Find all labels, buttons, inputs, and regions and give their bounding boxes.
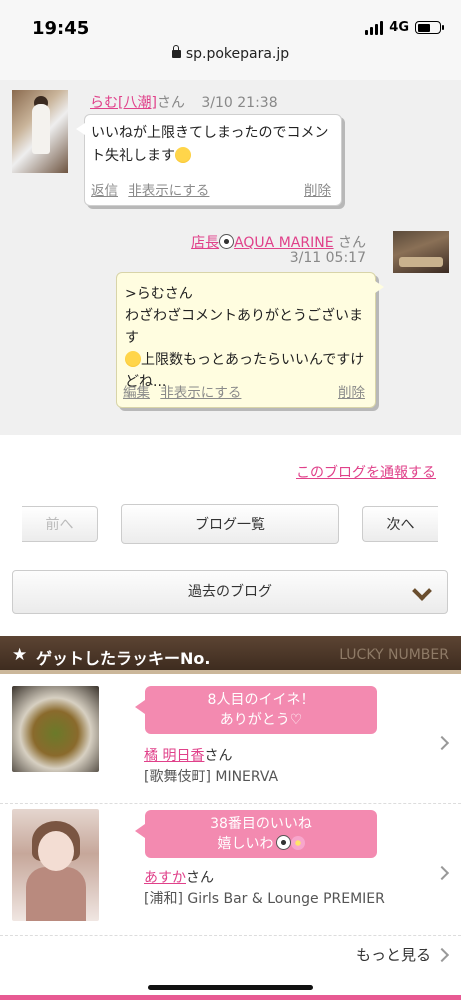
reply-bubble: >らむさん わざわざコメントありがとうございます 上限数もっとあったらいいんです…: [116, 272, 384, 408]
honorific: さん: [156, 95, 185, 111]
lucky-item-name: 橘 明日香さん: [144, 748, 233, 764]
hugging-face-icon: [175, 147, 191, 163]
owner-name-link[interactable]: 店長 AQUA MARINE: [191, 234, 334, 251]
chevron-down-icon: [412, 581, 432, 601]
bottom-accent-bar: [0, 995, 461, 1000]
status-time: 19:45: [32, 18, 90, 39]
comments-section: らむ[八潮]さん 3/10 21:38 いいねが上限きてしまったのでコメント失礼…: [0, 80, 461, 435]
hide-link[interactable]: 非表示にする: [128, 183, 209, 199]
honorific: さん: [338, 235, 366, 251]
flower-icon: [290, 836, 305, 850]
url-bar[interactable]: sp.pokepara.jp: [0, 45, 461, 62]
soccer-ball-icon: [275, 835, 291, 850]
commenter-name-link[interactable]: らむ[八潮]: [90, 95, 157, 111]
next-button[interactable]: 次へ: [362, 506, 438, 542]
reply-text: >らむさん わざわざコメントありがとうございます 上限数もっとあったらいいんです…: [125, 286, 365, 390]
past-blog-label: 過去のブログ: [188, 584, 272, 600]
battery-icon: [415, 21, 444, 34]
smiling-face-icon: [125, 351, 141, 367]
lucky-item-photo: [12, 686, 99, 772]
report-blog-link[interactable]: このブログを通報する: [296, 462, 436, 482]
see-more-link[interactable]: もっと見る: [356, 944, 431, 965]
comment-header: らむ[八潮]さん 3/10 21:38: [90, 92, 278, 112]
commenter-avatar[interactable]: [12, 90, 68, 173]
lock-icon: [171, 45, 181, 58]
comment-text: いいねが上限きてしまったのでコメント失礼します: [91, 125, 329, 164]
comment-date: 3/10 21:38: [201, 95, 278, 111]
hide-link[interactable]: 非表示にする: [160, 385, 241, 401]
comment-bubble: いいねが上限きてしまったのでコメント失礼します 返信 非表示にする 削除: [76, 114, 342, 206]
soccer-ball-icon: [219, 234, 235, 249]
chevron-right-icon: [434, 735, 450, 751]
cast-name-link[interactable]: あすか: [144, 870, 186, 886]
lucky-number-header: ★ ゲットしたラッキーNo. LUCKY NUMBER: [0, 636, 461, 674]
lucky-item-photo: [12, 809, 99, 921]
chevron-right-icon: [434, 947, 450, 963]
signal-icon: [365, 20, 384, 35]
network-type: 4G: [389, 20, 409, 35]
blog-list-button[interactable]: ブログ一覧: [121, 504, 339, 544]
lucky-message-bubble: 8人目のイイネ！ ありがとう♡: [135, 686, 377, 734]
lucky-item-name: あすかさん: [144, 870, 214, 886]
owner-avatar[interactable]: [393, 231, 449, 273]
comment-actions: 返信 非表示にする 削除: [91, 179, 331, 199]
lucky-title: ゲットしたラッキーNo.: [36, 649, 211, 668]
lucky-message-bubble: 38番目のいいね 嬉しいわ: [135, 810, 377, 858]
cast-name-link[interactable]: 橘 明日香: [144, 748, 204, 764]
chevron-right-icon: [434, 865, 450, 881]
star-icon: ★: [12, 645, 28, 665]
status-icons: 4G: [365, 20, 444, 35]
reply-header: 店長 AQUA MARINE さん: [191, 232, 366, 252]
url-text: sp.pokepara.jp: [185, 46, 290, 62]
reply-date: 3/11 05:17: [289, 250, 366, 266]
edit-link[interactable]: 編集: [123, 385, 150, 401]
prev-button[interactable]: 前へ: [22, 506, 98, 542]
reply-link[interactable]: 返信: [91, 183, 118, 199]
past-blog-select[interactable]: 過去のブログ: [12, 570, 448, 614]
browser-status-bar: 19:45 4G sp.pokepara.jp: [0, 0, 461, 80]
shop-name: [歌舞伎町] MINERVA: [144, 769, 279, 785]
lucky-item[interactable]: 38番目のいいね 嬉しいわ あすかさん [浦和] Girls Bar & Lou…: [0, 806, 461, 936]
reply-actions: 編集 非表示にする 削除: [123, 381, 365, 401]
lucky-title-en: LUCKY NUMBER: [339, 647, 449, 663]
shop-name: [浦和] Girls Bar & Lounge PREMIER: [144, 891, 385, 907]
delete-link[interactable]: 削除: [338, 381, 365, 401]
lucky-item[interactable]: 8人目のイイネ！ ありがとう♡ 橘 明日香さん [歌舞伎町] MINERVA: [0, 682, 461, 804]
home-indicator[interactable]: [148, 985, 313, 990]
delete-link[interactable]: 削除: [304, 179, 331, 199]
